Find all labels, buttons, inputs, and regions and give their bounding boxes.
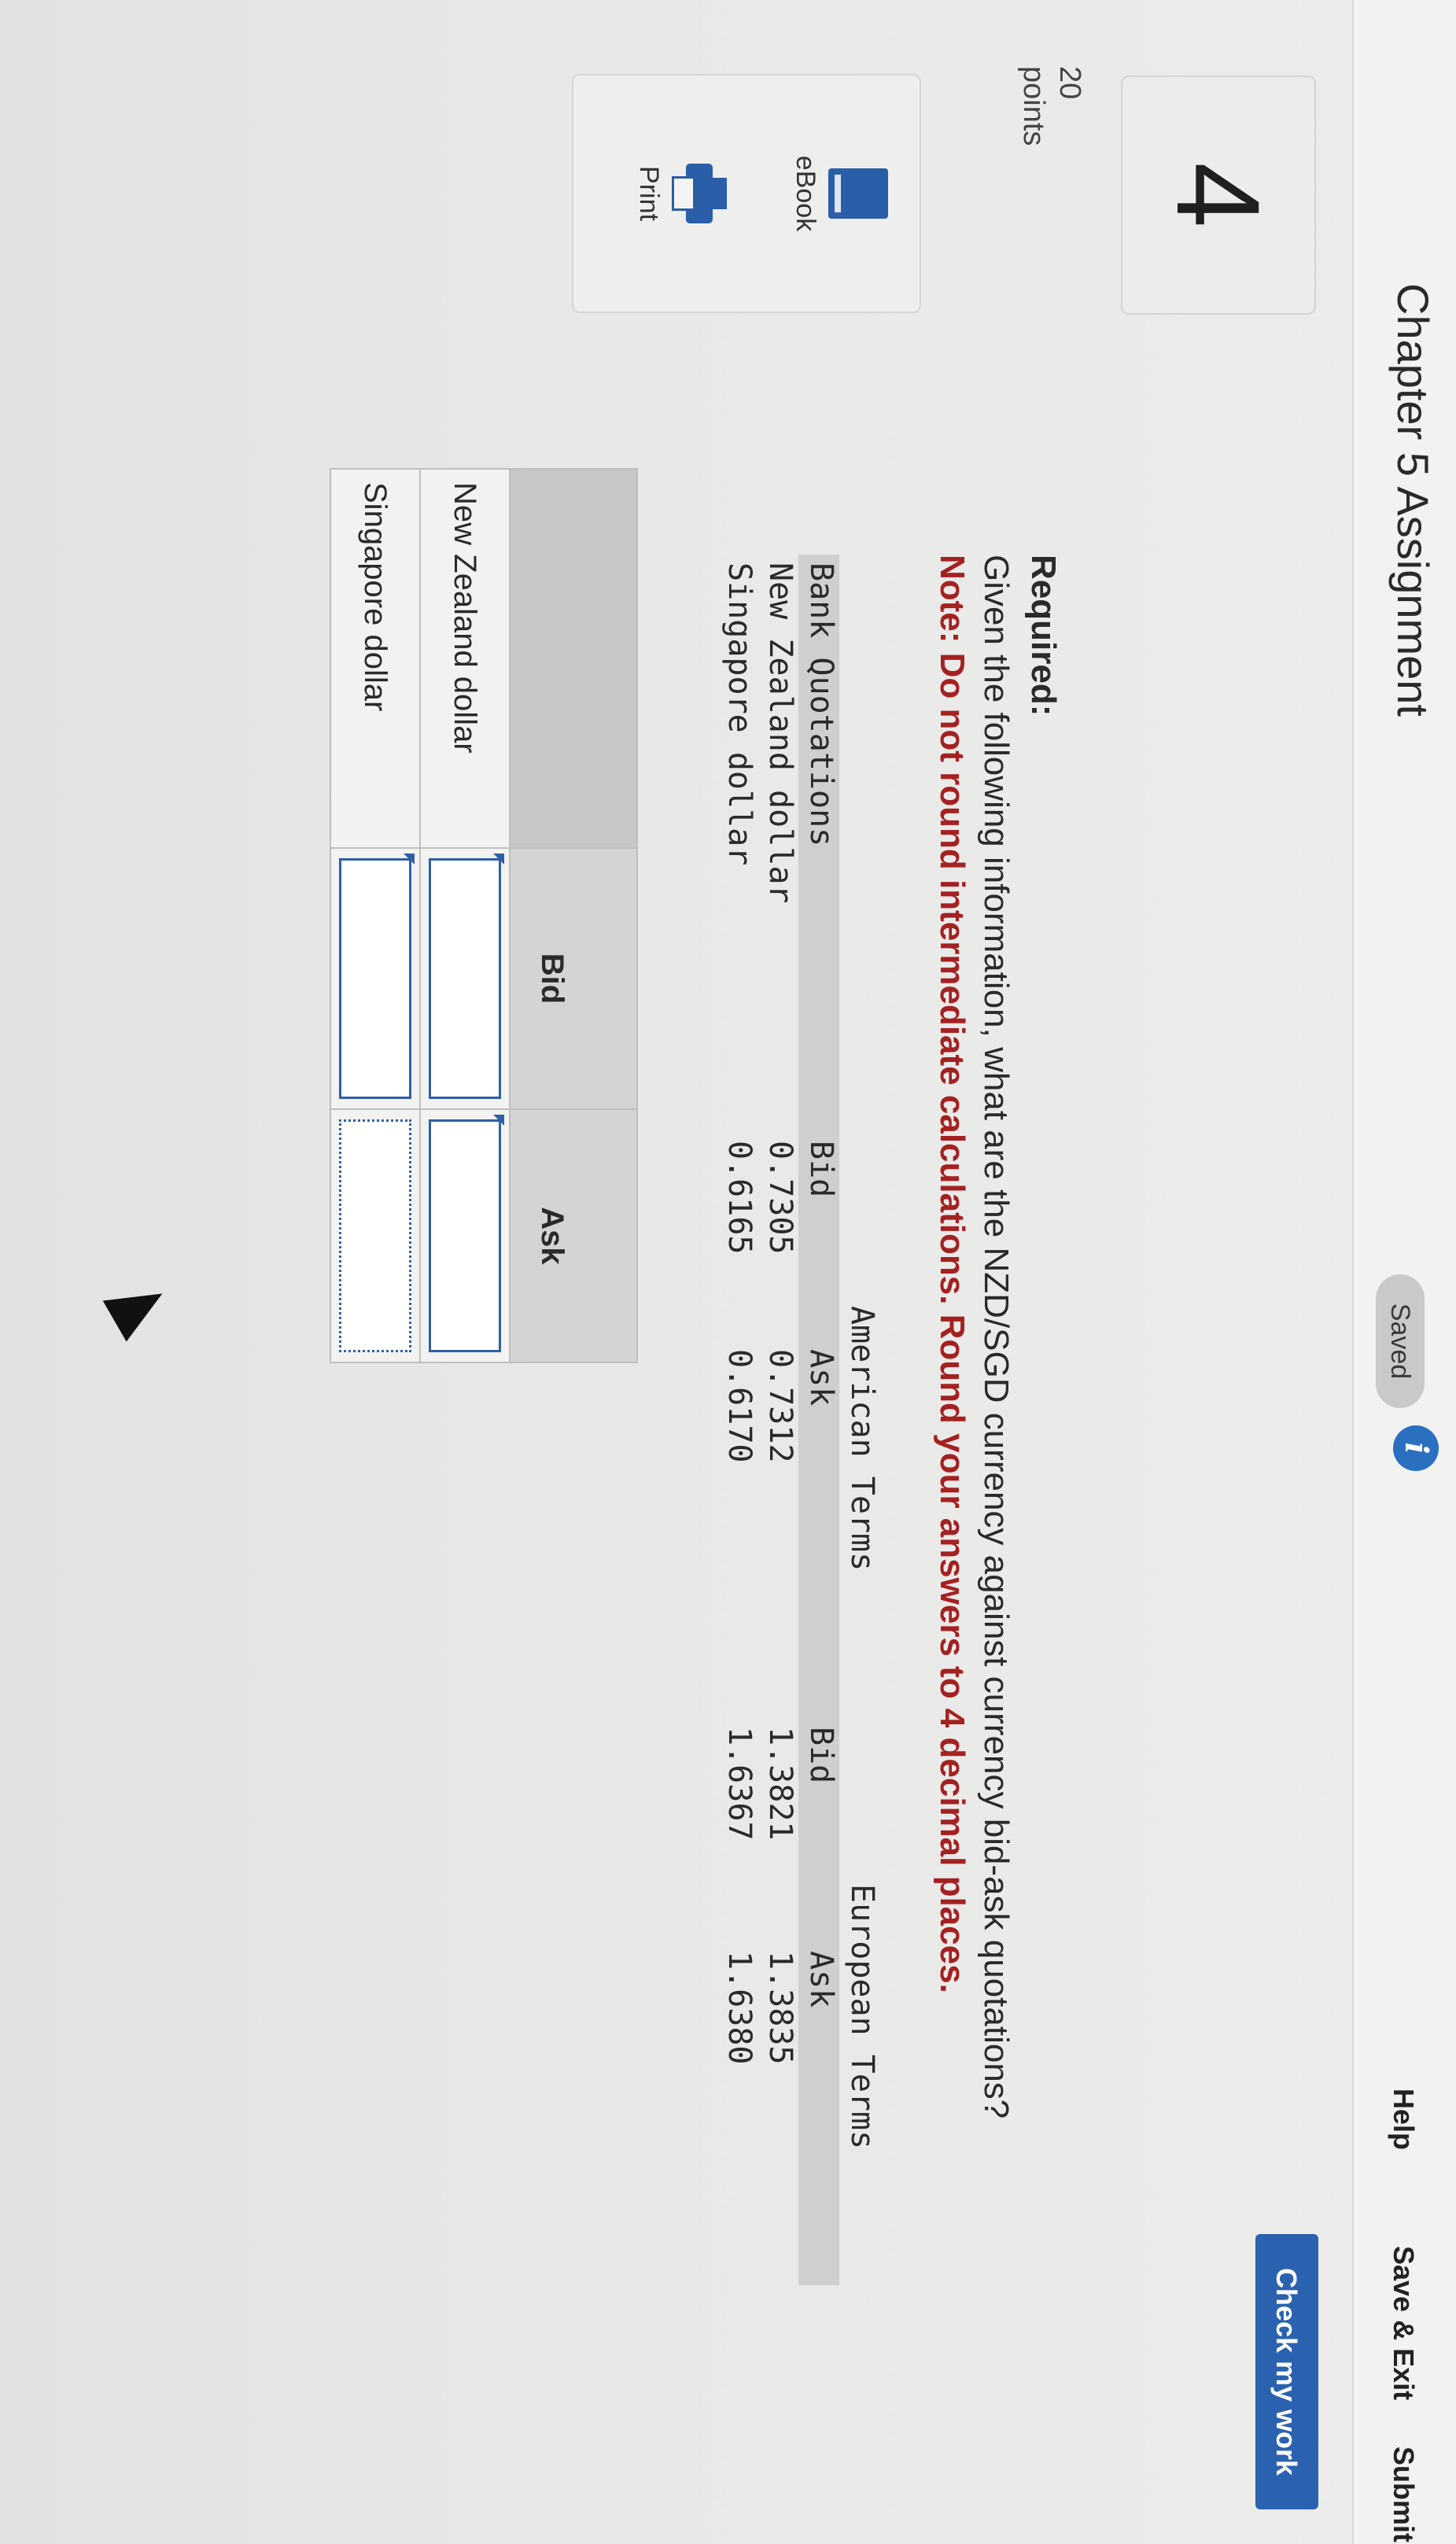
required-label: Required: — [1024, 555, 1063, 717]
american-bid-value: 0.7305 — [762, 1141, 798, 1255]
sgd-bid-input[interactable] — [339, 858, 411, 1099]
question-number: 4 — [1152, 162, 1285, 228]
table-row: Singapore dollar 0.6165 0.6170 1.6367 1.… — [717, 555, 757, 2285]
american-bid-header: Bid — [803, 1141, 839, 1198]
help-link[interactable]: Help — [1387, 2089, 1420, 2150]
points-label: points — [1017, 66, 1050, 146]
american-ask-header: Ask — [803, 1349, 839, 1407]
european-ask-value: 1.6380 — [721, 1951, 757, 2065]
american-ask-value: 0.6170 — [721, 1349, 757, 1463]
answer-marker-icon — [404, 854, 415, 865]
top-bar: Chapter 5 Assignment i Saved Help Save &… — [1352, 0, 1456, 2544]
answer-table: Bid Ask New Zealand dollar Singapore dol… — [330, 468, 638, 1363]
nzd-bid-input[interactable] — [429, 858, 501, 1099]
saved-status-badge: Saved — [1376, 1274, 1425, 1408]
european-ask-header: Ask — [803, 1951, 839, 2008]
print-button[interactable]: Print — [633, 76, 727, 312]
quotes-group-header: American Terms European Terms — [837, 555, 880, 2285]
bank-quotations-table: American Terms European Terms Bank Quota… — [717, 555, 880, 2285]
currency-name: Singapore dollar — [721, 562, 757, 866]
quotes-column-header: Bank Quotations Bid Ask Bid Ask — [798, 555, 839, 2285]
points-info: 20 points — [1016, 66, 1088, 146]
assignment-page: Chapter 5 Assignment i Saved Help Save &… — [0, 0, 1456, 2544]
ebook-label: eBook — [791, 155, 820, 232]
mouse-cursor-icon — [102, 1273, 175, 1342]
table-row: New Zealand dollar 0.7305 0.7312 1.3821 … — [757, 555, 798, 2285]
tools-panel: eBook Print — [572, 74, 921, 313]
question-number-box: 4 — [1121, 76, 1316, 315]
ask-column-header: Ask — [510, 1109, 637, 1362]
check-my-work-button[interactable]: Check my work — [1255, 2234, 1318, 2509]
table-row: Singapore dollar — [330, 469, 420, 1362]
european-bid-value: 1.3821 — [762, 1727, 798, 1841]
points-value: 20 — [1053, 66, 1086, 100]
answer-header-row: Bid Ask — [510, 469, 637, 1362]
nzd-ask-input[interactable] — [429, 1119, 501, 1352]
bank-quotations-header: Bank Quotations — [803, 562, 839, 847]
european-terms-header: European Terms — [844, 1884, 880, 2150]
question-note: Note: Do not round intermediate calculat… — [933, 555, 971, 1993]
answer-corner-cell — [510, 469, 637, 848]
answer-marker-icon — [493, 854, 504, 865]
print-icon — [672, 164, 727, 223]
european-bid-value: 1.6367 — [721, 1727, 757, 1841]
currency-name: New Zealand dollar — [762, 562, 798, 904]
ebook-icon — [828, 168, 888, 219]
assignment-title: Chapter 5 Assignment — [1388, 283, 1438, 717]
american-ask-value: 0.7312 — [762, 1349, 798, 1463]
answer-cell — [330, 848, 420, 1109]
info-icon[interactable]: i — [1393, 1425, 1439, 1471]
bid-column-header: Bid — [510, 848, 637, 1109]
european-ask-value: 1.3835 — [762, 1951, 798, 2065]
save-exit-link[interactable]: Save & Exit — [1387, 2246, 1420, 2400]
answer-cell — [420, 848, 510, 1109]
answer-marker-icon — [493, 1115, 504, 1126]
american-bid-value: 0.6165 — [721, 1141, 757, 1255]
table-row: New Zealand dollar — [420, 469, 510, 1362]
answer-row-label: Singapore dollar — [330, 469, 420, 848]
answer-row-label: New Zealand dollar — [420, 469, 510, 848]
american-terms-header: American Terms — [844, 1306, 880, 1572]
question-prompt: Given the following information, what ar… — [977, 555, 1016, 2119]
european-bid-header: Bid — [803, 1727, 839, 1784]
print-label: Print — [634, 166, 664, 221]
sgd-ask-input[interactable] — [339, 1119, 411, 1352]
answer-cell — [420, 1109, 510, 1362]
answer-cell — [330, 1109, 420, 1362]
submit-link[interactable]: Submit — [1387, 2446, 1420, 2542]
ebook-button[interactable]: eBook — [790, 76, 888, 312]
